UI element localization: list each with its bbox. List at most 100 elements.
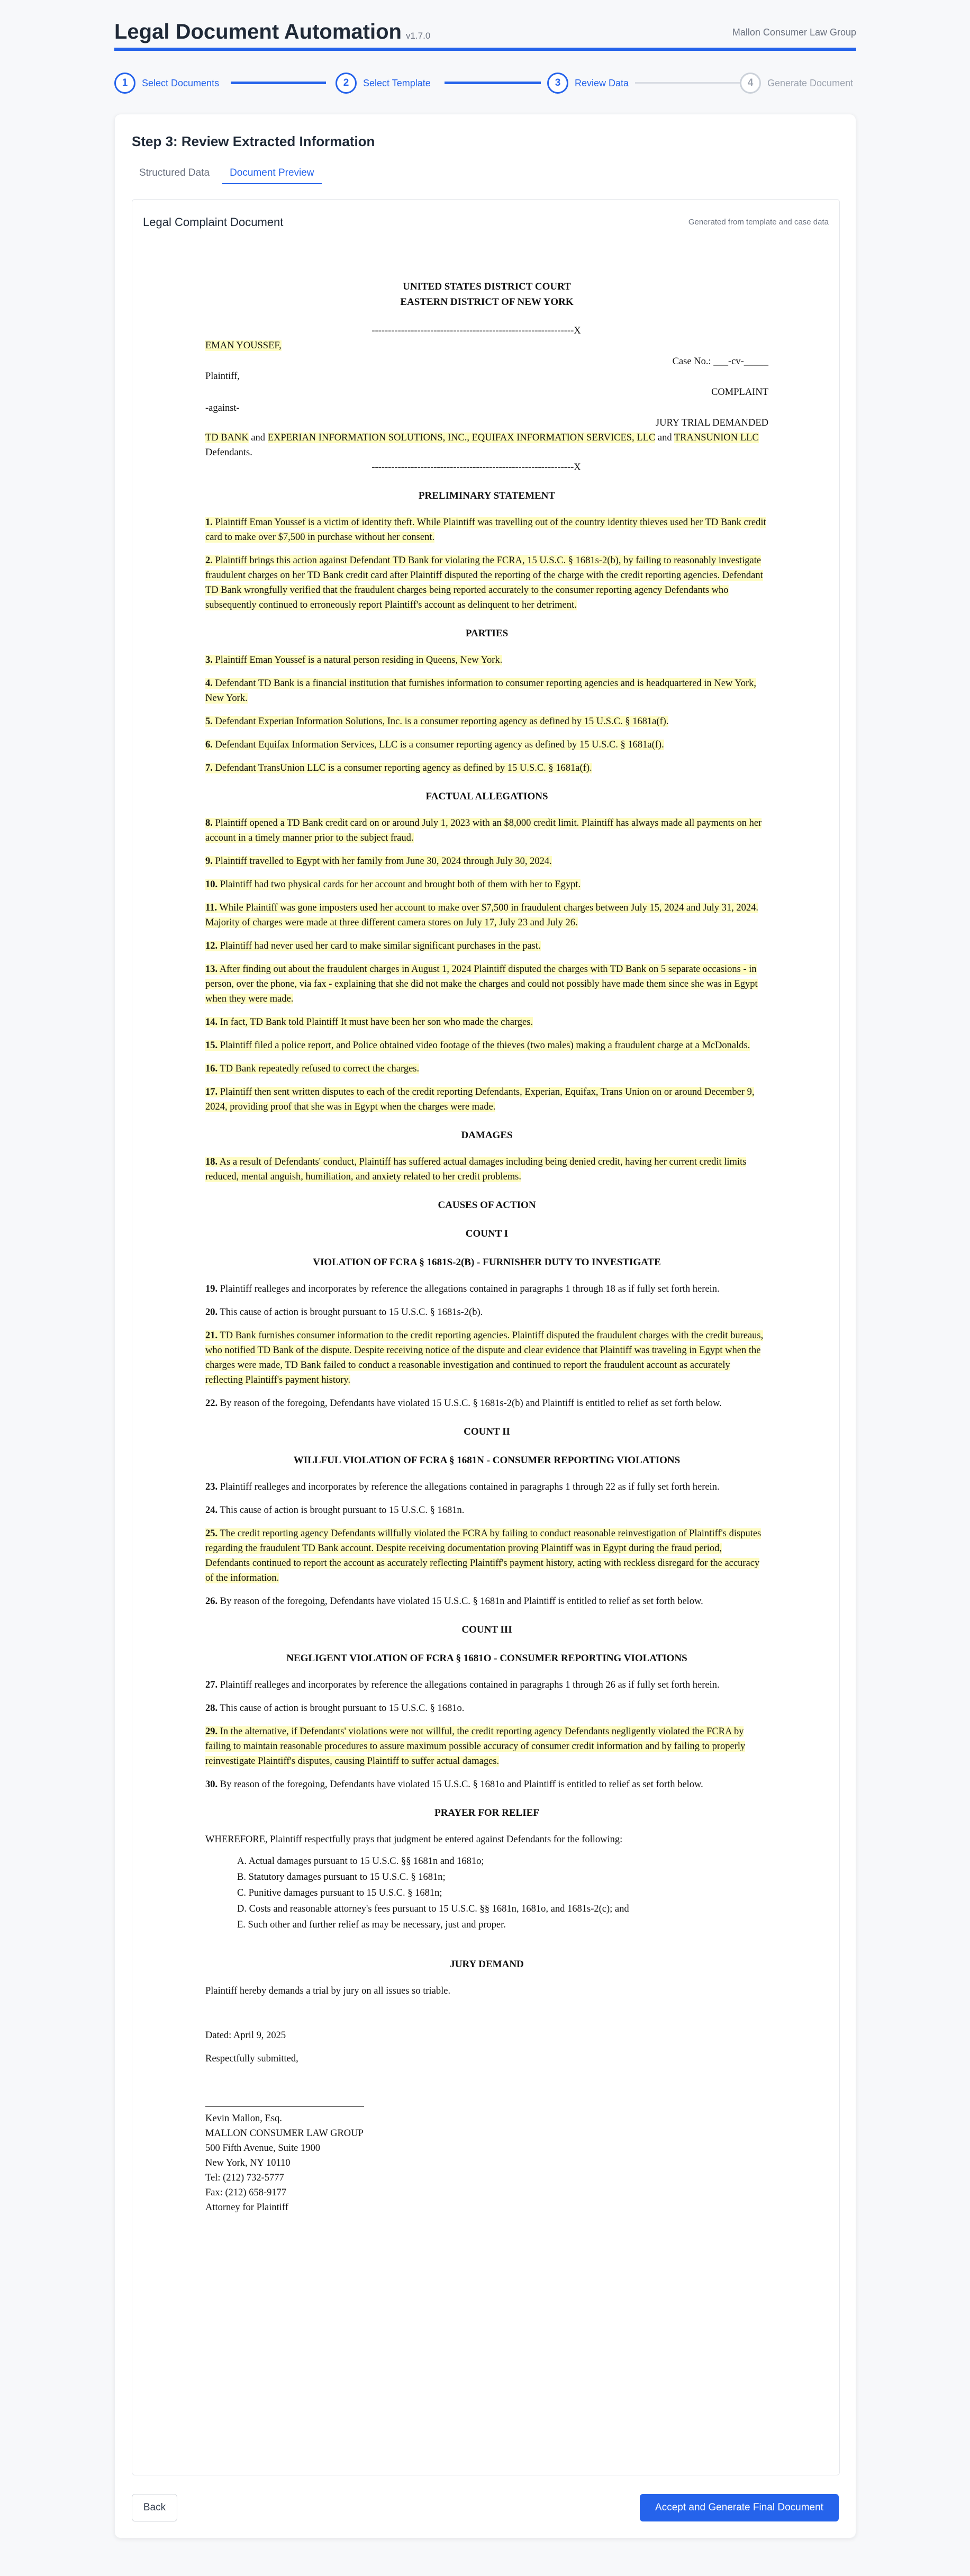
signature-line-text: New York, NY 10110 <box>205 2158 291 2168</box>
paragraph-number: 26. <box>205 1596 218 1607</box>
defendants-label: Defendants. <box>205 447 252 458</box>
signature-line-text: 500 Fifth Avenue, Suite 1900 <box>205 2143 321 2154</box>
numbered-paragraph: 19. Plaintiff realleges and incorporates… <box>205 1282 768 1296</box>
section-heading: CAUSES OF ACTION <box>438 1200 536 1211</box>
signature-line <box>205 2106 364 2107</box>
section-heading: PARTIES <box>465 628 509 639</box>
numbered-paragraph: 30. By reason of the foregoing, Defendan… <box>205 1777 768 1792</box>
numbered-paragraph: 27. Plaintiff realleges and incorporates… <box>205 1678 768 1692</box>
accept-generate-button[interactable]: Accept and Generate Final Document <box>640 2494 839 2521</box>
doc-panel-subtitle: Generated from template and case data <box>688 218 829 227</box>
step-connector <box>445 82 541 84</box>
numbered-paragraph: 9. Plaintiff travelled to Egypt with her… <box>205 854 768 869</box>
plaintiff-label: Plaintiff, <box>205 371 240 382</box>
paragraph-number: 7. <box>205 763 213 773</box>
paragraph-number: 27. <box>205 1680 218 1690</box>
card-title: Step 3: Review Extracted Information <box>132 133 375 149</box>
numbered-paragraph: 28. This cause of action is brought purs… <box>205 1701 768 1716</box>
step-number: 2 <box>336 73 357 94</box>
paragraph-text: In fact, TD Bank told Plaintiff It must … <box>220 1017 533 1028</box>
paragraph-text: This cause of action is brought pursuant… <box>220 1703 465 1714</box>
paragraph-text: As a result of Defendants' conduct, Plai… <box>205 1157 747 1182</box>
relief-item: E. Such other and further relief as may … <box>237 1920 506 1930</box>
prayer-intro: WHEREFORE, Plaintiff respectfully prays … <box>205 1834 623 1845</box>
section-heading: COUNT II <box>464 1426 510 1437</box>
step-connector <box>231 82 326 84</box>
paragraph-text: Plaintiff travelled to Egypt with her fa… <box>215 856 552 867</box>
numbered-paragraph: 26. By reason of the foregoing, Defendan… <box>205 1594 768 1609</box>
paragraph-number: 3. <box>205 655 213 665</box>
paragraph-number: 20. <box>205 1307 218 1318</box>
step-label: Select Template <box>363 77 431 88</box>
relief-item: D. Costs and reasonable attorney's fees … <box>237 1904 629 1914</box>
jury-demand-text: Plaintiff hereby demands a trial by jury… <box>205 1986 451 1996</box>
caption-divider: ----------------------------------------… <box>371 326 581 336</box>
step-number: 1 <box>114 73 135 94</box>
relief-item: C. Punitive damages pursuant to 15 U.S.C… <box>237 1888 442 1898</box>
signature-line-text: Fax: (212) 658-9177 <box>205 2187 287 2198</box>
numbered-paragraph: 22. By reason of the foregoing, Defendan… <box>205 1396 768 1411</box>
section-heading: COUNT III <box>461 1624 512 1635</box>
relief-item: A. Actual damages pursuant to 15 U.S.C. … <box>237 1856 484 1867</box>
paragraph-text: TD Bank repeatedly refused to correct th… <box>220 1064 420 1074</box>
case-number: Case No.: ___-cv-_____ <box>672 356 768 367</box>
signature-line-text: Attorney for Plaintiff <box>205 2202 288 2213</box>
view-tabs: Structured Data Document Preview <box>132 163 327 184</box>
respectfully-submitted: Respectfully submitted, <box>205 2053 298 2064</box>
section-heading: WILLFUL VIOLATION OF FCRA § 1681N - CONS… <box>293 1455 681 1466</box>
step-select-template[interactable]: 2 Select Template <box>336 71 431 95</box>
paragraph-text: While Plaintiff was gone imposters used … <box>205 903 759 928</box>
paragraph-number: 2. <box>205 555 213 566</box>
complaint-label: COMPLAINT <box>711 387 768 398</box>
paragraph-number: 29. <box>205 1726 218 1737</box>
step-generate-document[interactable]: 4 Generate Document <box>740 71 853 95</box>
step-select-documents[interactable]: 1 Select Documents <box>114 71 219 95</box>
plaintiff-name: EMAN YOUSSEF, <box>205 340 282 351</box>
section-heading: VIOLATION OF FCRA § 1681S-2(B) - FURNISH… <box>313 1257 661 1268</box>
paragraph-number: 9. <box>205 856 213 867</box>
paragraph-number: 24. <box>205 1505 218 1516</box>
paragraph-number: 13. <box>205 964 218 975</box>
numbered-paragraph: 8. Plaintiff opened a TD Bank credit car… <box>205 816 768 845</box>
numbered-paragraph: 3. Plaintiff Eman Youssef is a natural p… <box>205 653 768 668</box>
back-button[interactable]: Back <box>132 2494 177 2521</box>
numbered-paragraph: 17. Plaintiff then sent written disputes… <box>205 1085 768 1114</box>
numbered-paragraph: 4. Defendant TD Bank is a financial inst… <box>205 676 768 706</box>
numbered-paragraph: 7. Defendant TransUnion LLC is a consume… <box>205 761 768 776</box>
paragraph-text: Plaintiff Eman Youssef is a natural pers… <box>215 655 503 665</box>
paragraph-text: After finding out about the fraudulent c… <box>205 964 758 1004</box>
against-label: -against- <box>205 403 240 413</box>
paragraph-text: Plaintiff realleges and incorporates by … <box>220 1482 720 1492</box>
numbered-paragraph: 21. TD Bank furnishes consumer informati… <box>205 1328 768 1388</box>
paragraph-number: 5. <box>205 716 213 727</box>
relief-item: B. Statutory damages pursuant to 15 U.S.… <box>237 1872 446 1883</box>
numbered-paragraph: 29. In the alternative, if Defendants' v… <box>205 1724 768 1769</box>
document-preview-panel: Legal Complaint Document Generated from … <box>132 199 840 2475</box>
paragraph-text: This cause of action is brought pursuant… <box>220 1307 483 1318</box>
tab-document-preview[interactable]: Document Preview <box>222 163 322 184</box>
caption-divider: ----------------------------------------… <box>371 462 581 473</box>
paragraph-text: This cause of action is brought pursuant… <box>220 1505 465 1516</box>
jury-trial-label: JURY TRIAL DEMANDED <box>655 418 768 428</box>
paragraph-number: 12. <box>205 941 218 951</box>
complaint-document: UNITED STATES DISTRICT COURT EASTERN DIS… <box>205 279 768 2215</box>
paragraph-number: 25. <box>205 1528 218 1539</box>
paragraph-number: 14. <box>205 1017 218 1028</box>
paragraph-number: 23. <box>205 1482 218 1492</box>
defendants-names: TD BANK and EXPERIAN INFORMATION SOLUTIO… <box>205 433 759 443</box>
paragraph-number: 30. <box>205 1779 218 1790</box>
numbered-paragraph: 11. While Plaintiff was gone imposters u… <box>205 900 768 930</box>
step-number: 4 <box>740 73 761 94</box>
paragraph-number: 15. <box>205 1040 218 1051</box>
step-review-data[interactable]: 3 Review Data <box>547 71 629 95</box>
section-heading: NEGLIGENT VIOLATION OF FCRA § 1681O - CO… <box>286 1653 687 1664</box>
paragraph-number: 28. <box>205 1703 218 1714</box>
tab-structured-data[interactable]: Structured Data <box>132 163 217 184</box>
court-name: UNITED STATES DISTRICT COURT <box>403 281 571 292</box>
paragraph-text: TD Bank furnishes consumer information t… <box>205 1330 764 1385</box>
court-district: EASTERN DISTRICT OF NEW YORK <box>400 296 574 308</box>
app-header: Legal Document Automation v1.7.0 Mallon C… <box>114 18 856 51</box>
paragraph-number: 18. <box>205 1157 218 1167</box>
signature-line-text: Kevin Mallon, Esq. <box>205 2113 282 2124</box>
paragraph-number: 8. <box>205 818 213 828</box>
